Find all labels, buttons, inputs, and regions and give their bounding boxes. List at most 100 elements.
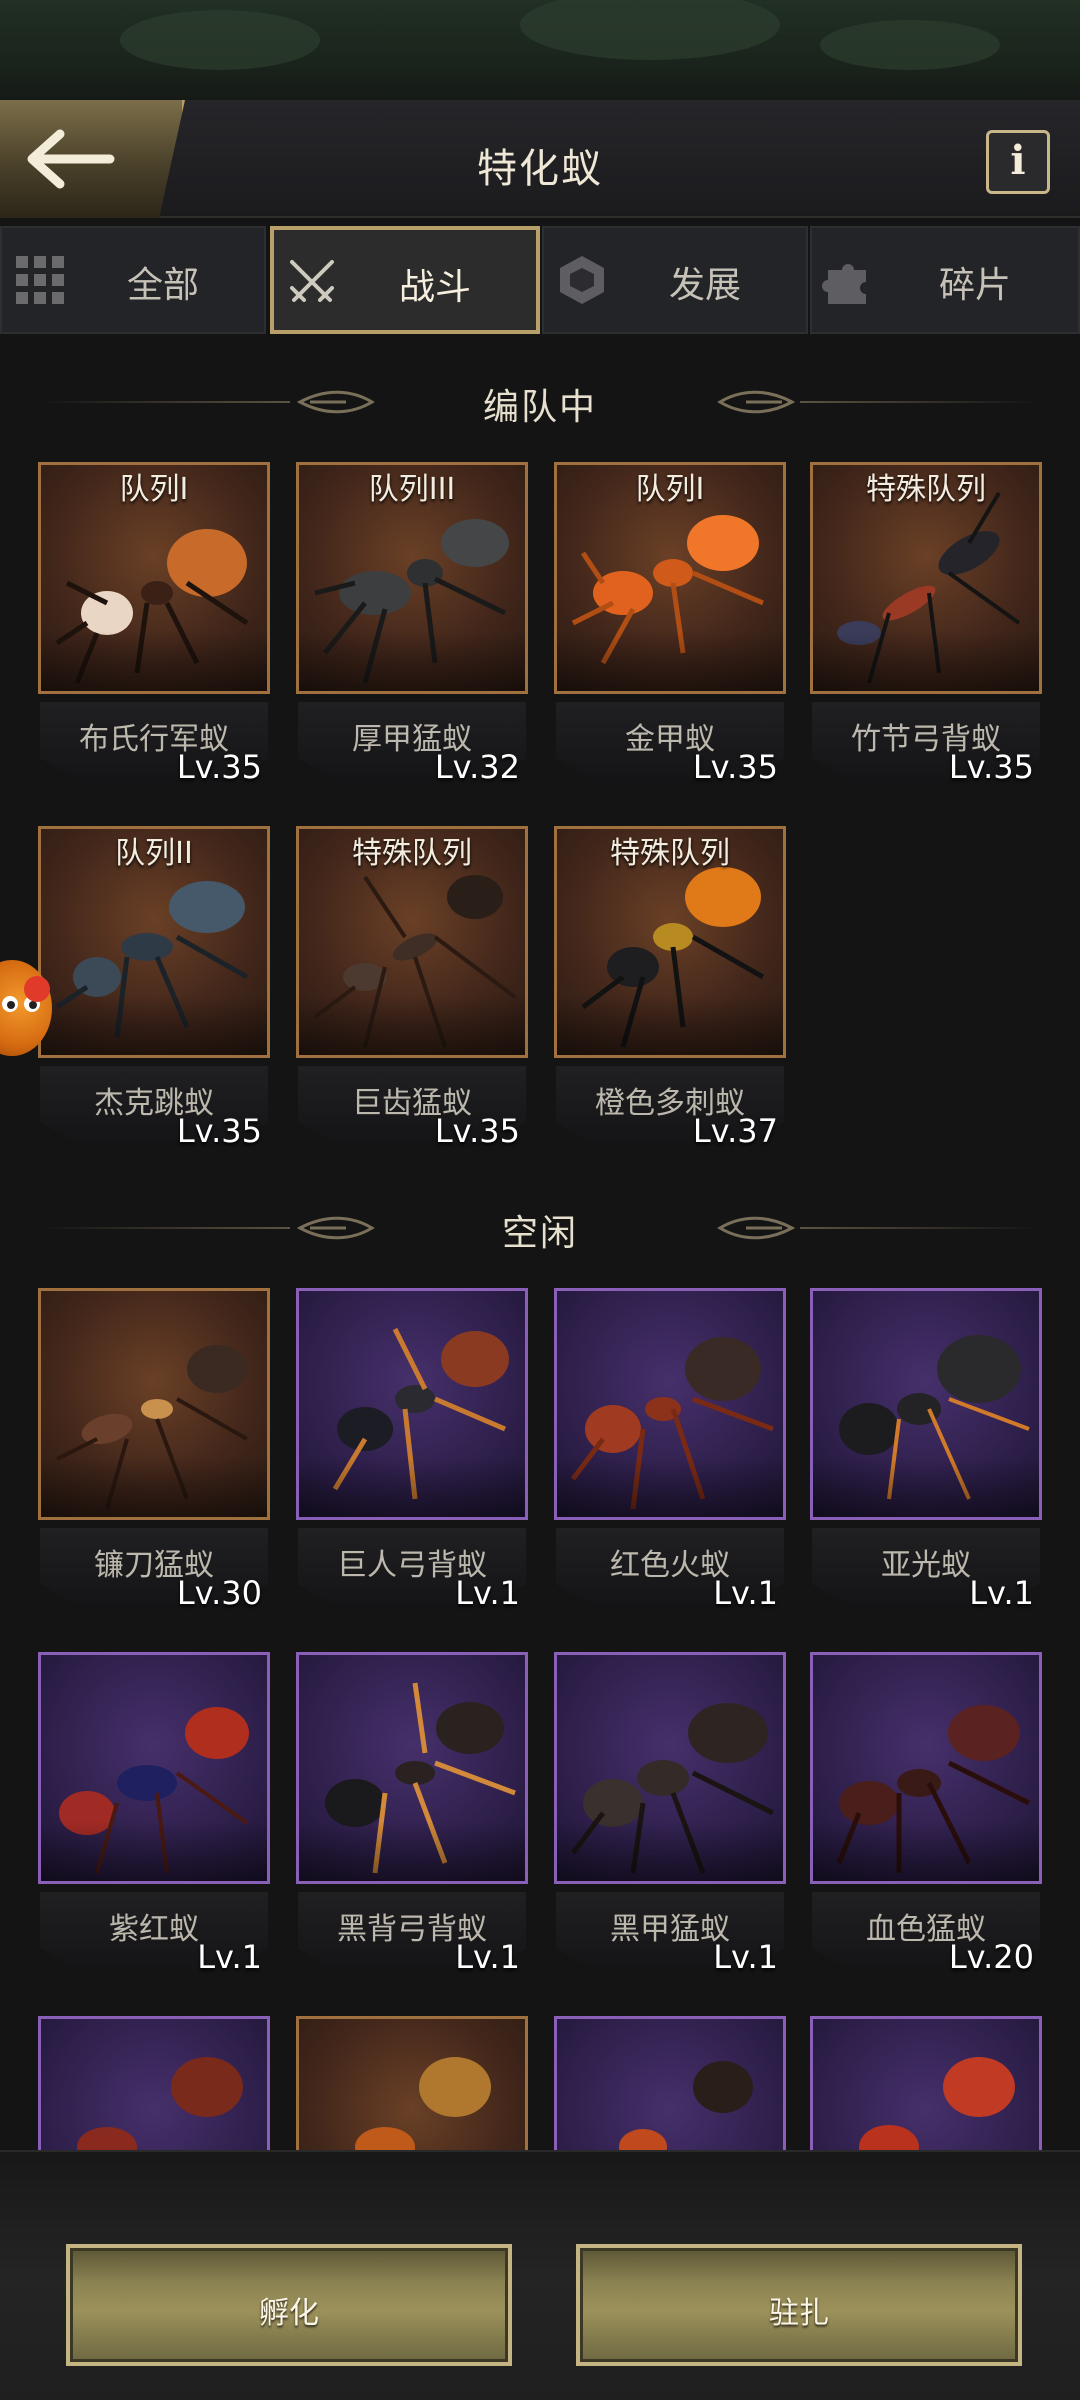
wing-ornament-icon	[717, 1216, 796, 1240]
formation-row-label: 队列III	[368, 472, 456, 507]
tab-combat-label: 战斗	[398, 267, 471, 308]
formation-row-label: 特殊队列	[610, 836, 730, 871]
page-title: 特化蚁	[477, 146, 603, 192]
tab-combat[interactable]: 战斗	[270, 226, 540, 334]
ant-image	[837, 491, 1021, 684]
ant-portrait	[296, 1288, 528, 1520]
ant-image	[56, 1345, 248, 1510]
formation-row-label: 队列I	[635, 472, 705, 507]
ant-level: Lv.35	[176, 1112, 262, 1150]
ant-card[interactable]	[38, 2016, 270, 2150]
ant-card[interactable]: 队列I Lv.35 布氏行军蚁	[38, 462, 270, 792]
ant-level: Lv.35	[176, 748, 262, 786]
ant-level: Lv.35	[948, 748, 1034, 786]
ant-card[interactable]: Lv.1 紫红蚁	[38, 1652, 270, 1982]
top-bar: 特化蚁 i	[0, 100, 1080, 218]
ant-image	[836, 1705, 1031, 1873]
ant-image	[77, 2057, 243, 2150]
scene-background	[0, 0, 1080, 100]
ant-level: Lv.1	[713, 1574, 778, 1612]
ant-portrait	[38, 2016, 270, 2150]
ant-card[interactable]: 队列III Lv.32 厚甲猛蚁	[296, 462, 528, 792]
wing-ornament-icon	[717, 390, 796, 414]
formation-row-label: 队列II	[115, 836, 193, 871]
ant-card[interactable]: Lv.20 血色猛蚁	[810, 1652, 1042, 1982]
tab-development-label: 发展	[668, 265, 741, 306]
ant-level: Lv.35	[692, 748, 778, 786]
ant-card[interactable]: 队列I Lv.35 金甲蚁	[554, 462, 786, 792]
formation-row-label: 队列I	[119, 472, 189, 507]
ant-image	[571, 1703, 775, 1874]
ant-portrait	[810, 1652, 1042, 1884]
section-header-idle: 空闲	[0, 1198, 1080, 1258]
ant-list[interactable]: 编队中 队列I Lv.35 布氏行军蚁 队列III Lv.32 厚甲猛蚁 队列I…	[0, 338, 1080, 2150]
ant-portrait	[38, 1288, 270, 1520]
ant-level: Lv.1	[197, 1938, 262, 1976]
puzzle-piece-icon	[822, 264, 866, 304]
ant-image	[355, 2057, 491, 2150]
formation-row-label: 特殊队列	[352, 836, 472, 871]
hatch-button-label: 孵化	[259, 2296, 319, 2331]
ant-level: Lv.1	[969, 1574, 1034, 1612]
hexagon-build-icon	[560, 256, 604, 304]
hatch-button[interactable]: 孵化	[66, 2244, 512, 2366]
tab-fragments[interactable]: 碎片	[810, 226, 1080, 334]
tab-all-label: 全部	[126, 265, 199, 306]
ant-image	[859, 2057, 1015, 2150]
ant-card[interactable]: 队列II Lv.35 杰克跳蚁	[38, 826, 270, 1156]
ant-card[interactable]: 特殊队列 Lv.37 橙色多刺蚁	[554, 826, 786, 1156]
ant-image	[55, 881, 249, 1038]
category-tabs: 全部 战斗 发展 碎片	[0, 226, 1080, 334]
ant-image	[571, 515, 764, 665]
ant-level: Lv.30	[176, 1574, 262, 1612]
ant-portrait	[810, 1288, 1042, 1520]
notification-dot	[24, 976, 50, 1002]
ant-image	[325, 1682, 516, 1874]
ant-level: Lv.20	[948, 1938, 1034, 1976]
grid-icon	[16, 256, 64, 304]
ant-level: Lv.32	[434, 748, 520, 786]
formation-row-label: 特殊队列	[866, 472, 986, 507]
ant-level: Lv.1	[455, 1938, 520, 1976]
ant-portrait	[296, 1652, 528, 1884]
ant-portrait	[296, 2016, 528, 2150]
ant-level: Lv.1	[455, 1574, 520, 1612]
info-button[interactable]: i	[986, 130, 1050, 194]
ant-card[interactable]: Lv.1 巨人弓背蚁	[296, 1288, 528, 1618]
ant-portrait	[810, 2016, 1042, 2150]
ant-card[interactable]: 特殊队列 Lv.35 竹节弓背蚁	[810, 462, 1042, 792]
ant-level: Lv.1	[713, 1938, 778, 1976]
ant-card[interactable]: 特殊队列 Lv.35 巨齿猛蚁	[296, 826, 528, 1156]
ant-image	[619, 2061, 753, 2150]
ant-card[interactable]	[810, 2016, 1042, 2150]
tab-all[interactable]: 全部	[0, 226, 266, 334]
ant-card[interactable]	[554, 2016, 786, 2150]
ant-portrait	[554, 1652, 786, 1884]
ant-level: Lv.35	[434, 1112, 520, 1150]
ant-image	[314, 519, 509, 684]
ant-card[interactable]: Lv.1 黑甲猛蚁	[554, 1652, 786, 1982]
ant-card[interactable]: Lv.30 镰刀猛蚁	[38, 1288, 270, 1618]
ant-image	[55, 529, 249, 684]
section-title-idle: 空闲	[501, 1213, 578, 1254]
ant-image	[59, 1707, 249, 1874]
ant-portrait	[38, 1652, 270, 1884]
ant-portrait	[554, 2016, 786, 2150]
bottom-action-bar: 孵化 驻扎	[0, 2150, 1080, 2400]
ant-image	[332, 1327, 509, 1500]
ant-card[interactable]: Lv.1 亚光蚁	[810, 1288, 1042, 1618]
ant-image	[581, 867, 765, 1048]
station-button[interactable]: 驻扎	[576, 2244, 1022, 2366]
ant-image	[571, 1337, 774, 1510]
ant-image	[839, 1335, 1030, 1500]
ant-card[interactable]: Lv.1 红色火蚁	[554, 1288, 786, 1618]
section-header-formation: 编队中	[0, 372, 1080, 432]
ant-card[interactable]: Lv.1 黑背弓背蚁	[296, 1652, 528, 1982]
tab-development[interactable]: 发展	[542, 226, 808, 334]
station-button-label: 驻扎	[769, 2296, 829, 2331]
section-title-formation: 编队中	[482, 387, 597, 428]
tab-fragments-label: 碎片	[938, 265, 1011, 306]
ant-level: Lv.37	[692, 1112, 778, 1150]
ant-portrait	[554, 1288, 786, 1520]
ant-card[interactable]	[296, 2016, 528, 2150]
